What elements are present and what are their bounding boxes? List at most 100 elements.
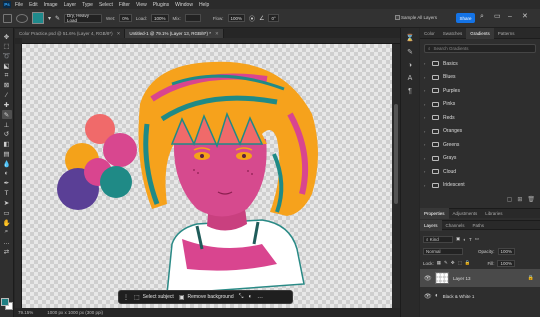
select-subject-button[interactable]: ⬚ Select subject <box>134 294 174 301</box>
fill-field[interactable]: 100% <box>497 259 515 267</box>
close-icon[interactable]: ✕ <box>522 13 530 21</box>
filter-pixel-icon[interactable]: ▣ <box>456 236 460 242</box>
clone-stamp-tool-icon[interactable]: ⊥ <box>2 120 12 129</box>
menu-select[interactable]: Select <box>99 2 113 8</box>
crop-tool-icon[interactable]: ⌗ <box>2 71 12 80</box>
minimize-icon[interactable]: – <box>508 13 516 21</box>
drag-handle-icon[interactable]: ⋮ <box>123 294 129 301</box>
tab-gradients[interactable]: Gradients <box>466 27 494 39</box>
adjustments-icon[interactable]: ◑ <box>408 62 412 69</box>
share-button[interactable]: Share <box>456 13 475 23</box>
healing-brush-tool-icon[interactable]: ✚ <box>2 101 12 110</box>
visibility-eye-icon[interactable]: 👁 <box>424 275 432 282</box>
filter-shape-icon[interactable]: ▭ <box>475 236 479 242</box>
foreground-color[interactable] <box>1 298 9 306</box>
zoom-tool-icon[interactable]: ⌕ <box>2 228 12 237</box>
menu-image[interactable]: Image <box>44 2 58 8</box>
mixer-brush-tool-icon[interactable] <box>3 13 12 23</box>
brush-color-swatch[interactable] <box>32 12 44 24</box>
menu-help[interactable]: Help <box>199 2 209 8</box>
tab-properties[interactable]: Properties <box>420 208 449 219</box>
new-gradient-icon[interactable]: ⊞ <box>517 196 522 206</box>
blur-tool-icon[interactable]: 💧 <box>2 159 12 168</box>
swap-colors-icon[interactable]: ⇄ <box>2 248 12 257</box>
opacity-field[interactable]: 100% <box>497 247 516 255</box>
filter-type-icon[interactable]: T <box>469 237 472 242</box>
lasso-tool-icon[interactable]: ➰ <box>2 52 12 61</box>
dodge-tool-icon[interactable]: ◐ <box>2 169 12 178</box>
gradient-group-oranges[interactable]: › Oranges <box>424 125 540 139</box>
marquee-tool-icon[interactable]: ⬚ <box>2 42 12 51</box>
gradient-group-greens[interactable]: › Greens <box>424 138 540 152</box>
tab-adjustments[interactable]: Adjustments <box>449 208 482 219</box>
tab-color[interactable]: Color <box>420 28 439 39</box>
lock-transparency-icon[interactable]: ▦ <box>437 260 441 266</box>
mix-field[interactable] <box>184 14 201 22</box>
menu-plugins[interactable]: Plugins <box>153 2 169 8</box>
load-field[interactable]: 100% <box>151 14 169 22</box>
lock-position-icon[interactable]: ✥ <box>451 260 455 266</box>
transform-icon[interactable]: ⤡ <box>239 294 244 301</box>
close-icon[interactable]: ✕ <box>215 31 219 37</box>
object-selection-tool-icon[interactable]: ⬕ <box>2 61 12 70</box>
clean-brush-icon[interactable]: ✎ <box>55 15 60 22</box>
gradient-group-blues[interactable]: › Blues <box>424 71 540 85</box>
gradient-group-grays[interactable]: › Grays <box>424 152 540 166</box>
airbrush-icon[interactable]: ⦿ <box>249 14 255 23</box>
tab-untitled-1[interactable]: Untitled-1 @ 79.1% (Layer 13, RGB/8*) * … <box>125 29 224 38</box>
layer-filter-select[interactable]: ⌕ Kind <box>423 235 453 243</box>
brushes-icon[interactable]: ✎ <box>407 48 413 56</box>
gradient-group-iridescent[interactable]: › Iridescent <box>424 179 540 193</box>
tab-libraries[interactable]: Libraries <box>481 208 506 219</box>
brush-size-icon[interactable] <box>16 13 28 23</box>
color-swatches[interactable] <box>1 298 13 310</box>
gradient-tool-icon[interactable]: ▤ <box>2 150 12 159</box>
close-icon[interactable]: ✕ <box>117 31 121 37</box>
load-brush-icon[interactable]: ▾ <box>48 15 51 22</box>
lock-artboard-icon[interactable]: ⬚ <box>458 260 462 266</box>
gradient-group-cloud[interactable]: › Cloud <box>424 165 540 179</box>
tab-color-practice[interactable]: Color Practice.psd @ 51.6% (Layer 4, RGB… <box>15 29 126 38</box>
angle-field[interactable]: 0° <box>268 14 279 22</box>
wet-field[interactable]: 0% <box>119 14 132 22</box>
menu-file[interactable]: File <box>15 2 23 8</box>
zoom-level[interactable]: 79.15% <box>18 310 33 315</box>
workspace-icon[interactable]: ▭ <box>494 13 502 21</box>
history-brush-tool-icon[interactable]: ↺ <box>2 130 12 139</box>
visibility-eye-icon[interactable]: 👁 <box>424 293 432 300</box>
menu-edit[interactable]: Edit <box>29 2 38 8</box>
layer-row-layer-13[interactable]: 👁 Layer 13 🔒 <box>420 269 540 287</box>
tab-layers[interactable]: Layers <box>420 219 442 231</box>
tab-channels[interactable]: Channels <box>442 220 469 231</box>
filter-adjustment-icon[interactable]: ◐ <box>463 237 466 242</box>
eyedropper-tool-icon[interactable]: ⁄ <box>2 91 12 100</box>
menu-view[interactable]: View <box>136 2 147 8</box>
brush-preset-select[interactable]: Dry, Heavy Load <box>64 13 103 23</box>
menu-layer[interactable]: Layer <box>64 2 77 8</box>
rectangle-tool-icon[interactable]: ▭ <box>2 208 12 217</box>
brush-tool-icon[interactable]: ✎ <box>1 110 12 120</box>
sample-all-layers-checkbox[interactable] <box>395 15 400 20</box>
flow-field[interactable]: 100% <box>227 14 246 22</box>
gradient-group-purples[interactable]: › Purples <box>424 84 540 98</box>
gradients-search[interactable]: ⌕ Search Gradients <box>424 44 536 53</box>
search-icon[interactable]: ⌕ <box>480 13 488 21</box>
menu-window[interactable]: Window <box>175 2 193 8</box>
blend-mode-select[interactable]: Normal <box>423 247 463 255</box>
path-selection-tool-icon[interactable]: ➤ <box>2 199 12 208</box>
canvas[interactable] <box>22 44 392 308</box>
eraser-tool-icon[interactable]: ◧ <box>2 140 12 149</box>
hand-tool-icon[interactable]: ✋ <box>2 218 12 227</box>
character-icon[interactable]: A <box>408 75 413 82</box>
scrollbar-thumb[interactable] <box>394 104 398 204</box>
type-tool-icon[interactable]: T <box>2 189 12 198</box>
tab-paths[interactable]: Paths <box>469 220 489 231</box>
paragraph-icon[interactable]: ¶ <box>408 88 412 95</box>
adjust-icon[interactable]: ◐ <box>248 294 252 300</box>
more-tools-icon[interactable]: … <box>2 238 12 247</box>
gradient-group-pinks[interactable]: › Pinks <box>424 98 540 112</box>
gradient-group-reds[interactable]: › Reds <box>424 111 540 125</box>
history-icon[interactable]: ⌛ <box>406 34 415 42</box>
menu-filter[interactable]: Filter <box>119 2 130 8</box>
layer-row-black-white-1[interactable]: 👁 ◐ Black & White 1 <box>420 287 540 305</box>
